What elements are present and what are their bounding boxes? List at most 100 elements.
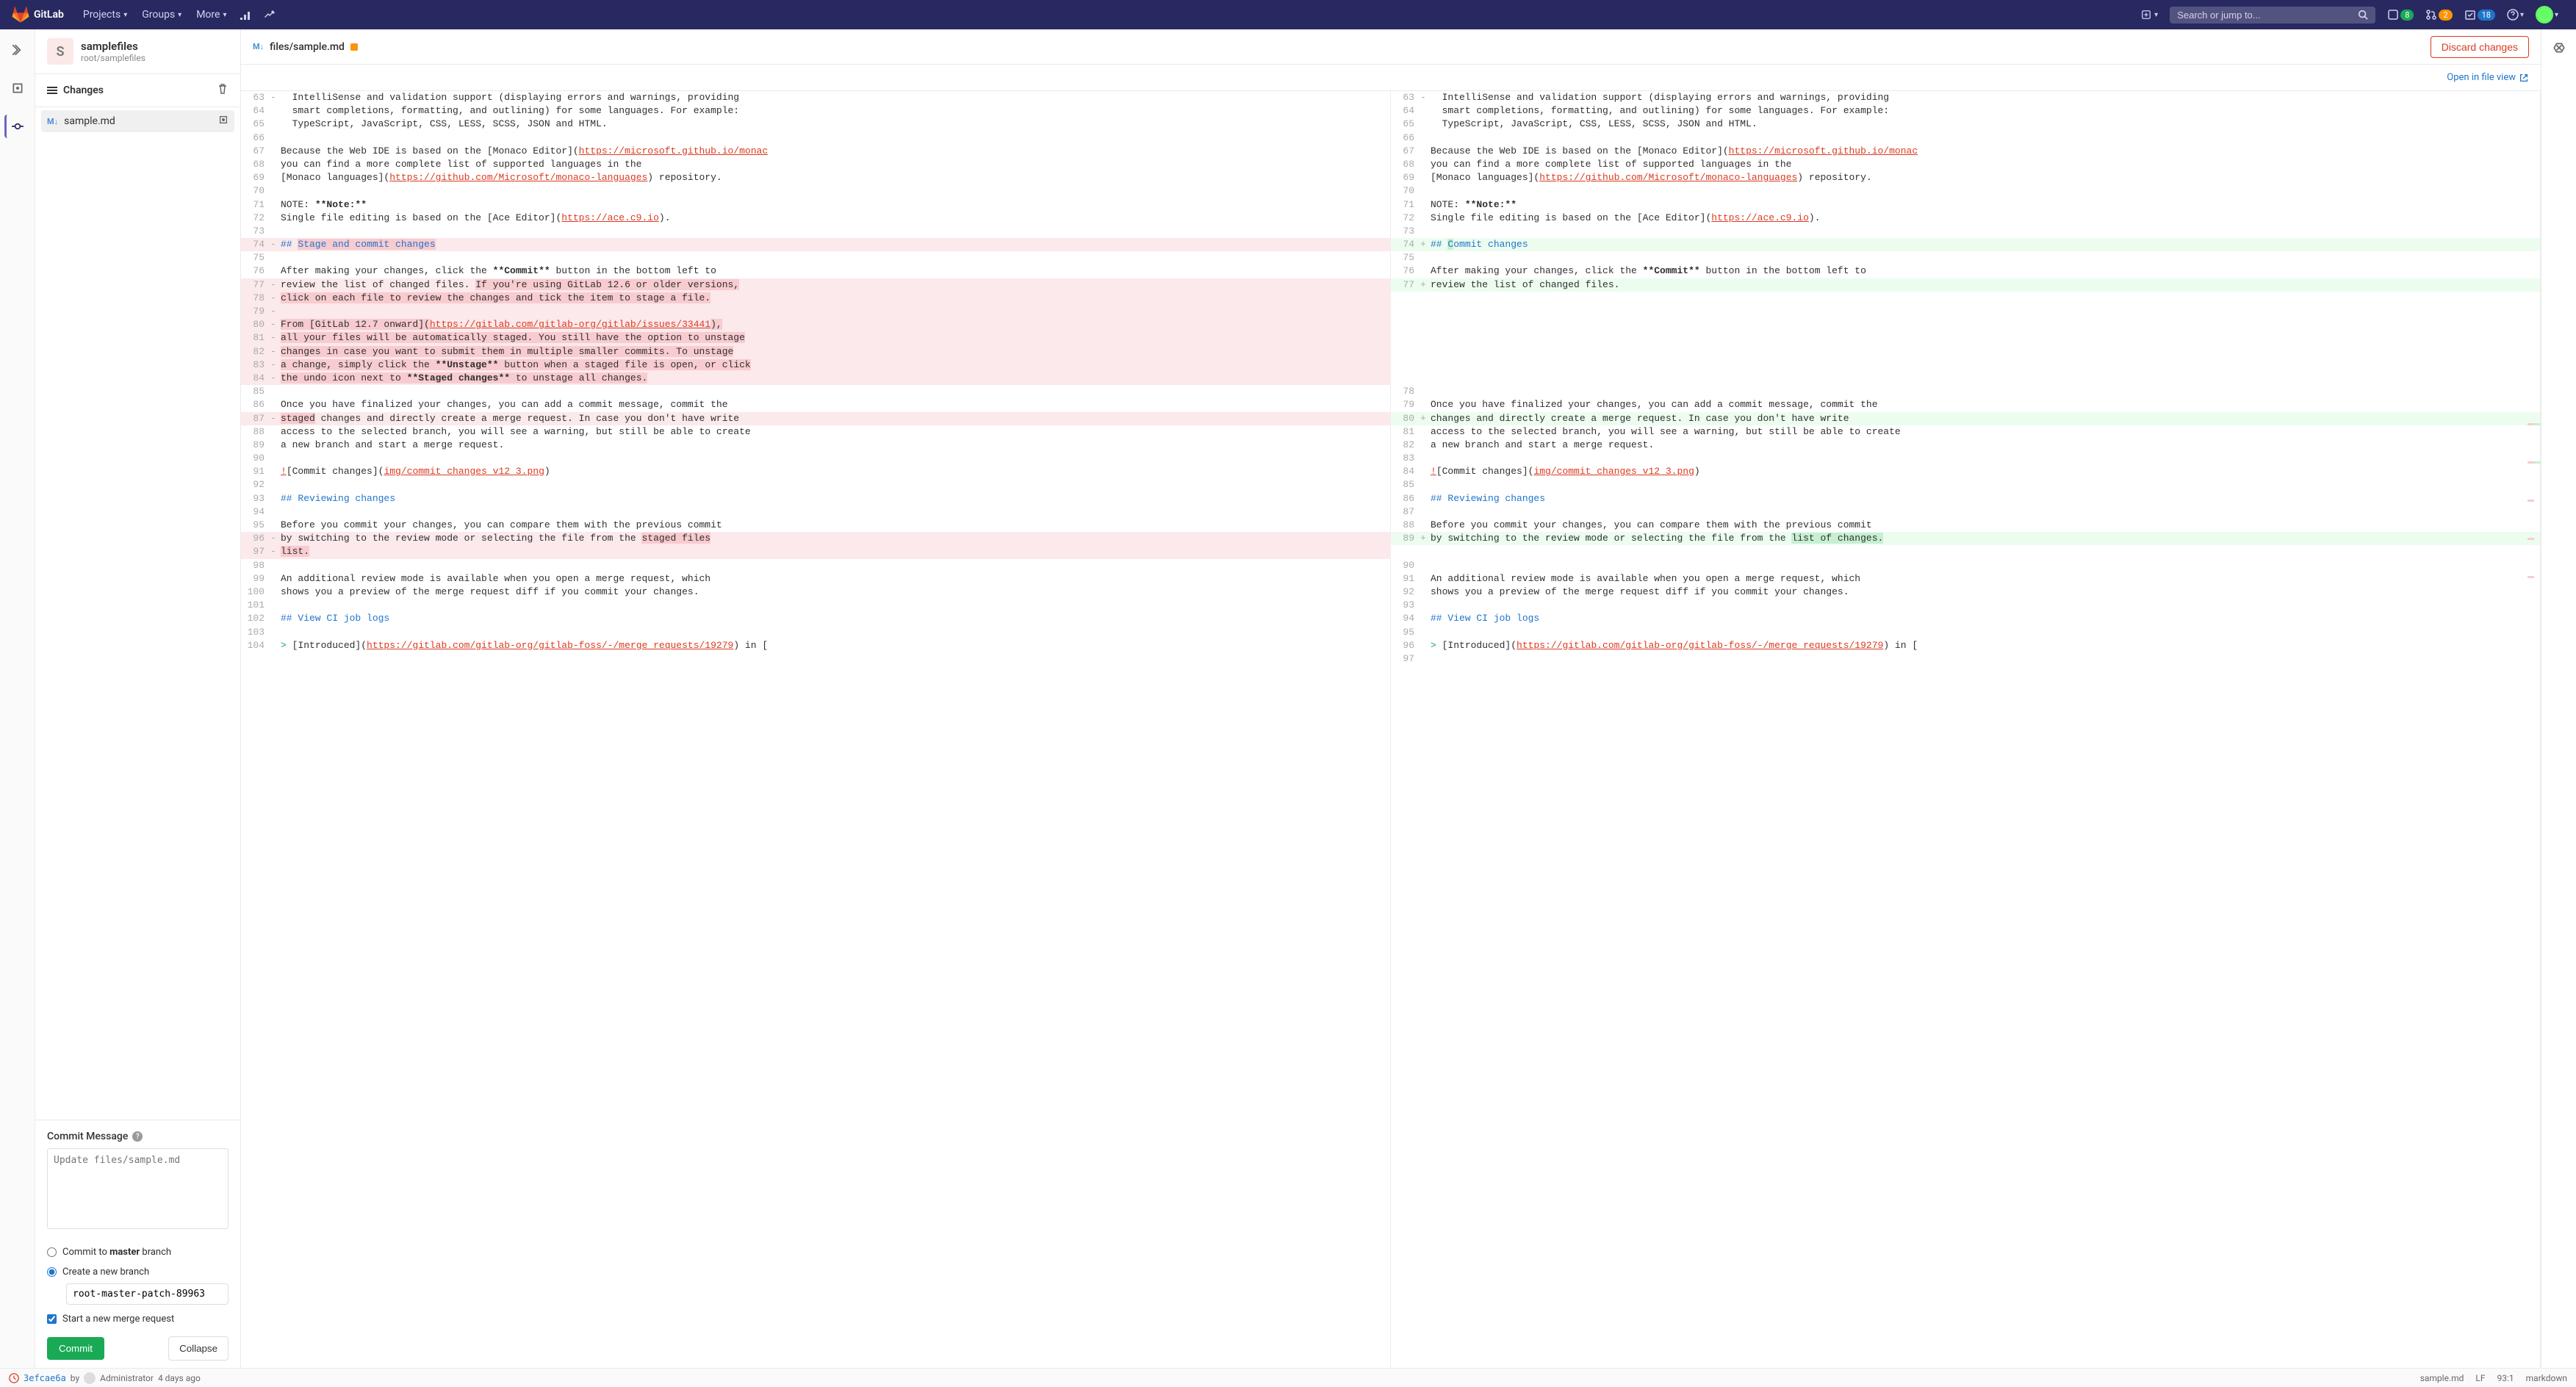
diff-line[interactable]: 90 — [241, 452, 1390, 465]
diff-line[interactable]: 69 [Monaco languages](https://github.com… — [241, 171, 1390, 184]
diff-line[interactable]: 103 — [241, 626, 1390, 639]
diff-line[interactable]: 70 — [241, 184, 1390, 198]
diff-line[interactable]: 82 a new branch and start a merge reques… — [1391, 439, 2540, 452]
commit-button[interactable]: Commit — [47, 1337, 104, 1360]
create-new-branch-radio[interactable]: Create a new branch — [47, 1262, 229, 1282]
diff-line[interactable]: 87-staged changes and directly create a … — [241, 412, 1390, 425]
diff-line[interactable]: 77+review the list of changed files. — [1391, 278, 2540, 292]
diff-line[interactable]: 90 — [1391, 559, 2540, 572]
diff-line[interactable] — [1391, 359, 2540, 372]
start-mr-checkbox[interactable]: Start a new merge request — [47, 1309, 229, 1329]
discard-changes-button[interactable]: Discard changes — [2431, 36, 2529, 58]
diff-line[interactable]: 98 — [241, 559, 1390, 572]
todos-link[interactable]: 18 — [2458, 9, 2501, 21]
commit-hash[interactable]: 3efcae6a — [24, 1373, 66, 1383]
project-header[interactable]: S samplefiles root/samplefiles — [35, 29, 240, 74]
rail-pipelines[interactable] — [2552, 41, 2566, 57]
diff-line[interactable]: 67 Because the Web IDE is based on the [… — [241, 145, 1390, 158]
search-input[interactable] — [2177, 10, 2358, 21]
diff-line[interactable]: 102 ## View CI job logs — [241, 612, 1390, 625]
rail-edit[interactable] — [6, 38, 29, 62]
diff-line[interactable]: 95 Before you commit your changes, you c… — [241, 519, 1390, 532]
diff-line[interactable]: 70 — [1391, 184, 2540, 198]
merge-requests-link[interactable]: 2 — [2420, 9, 2458, 21]
diff-line[interactable]: 72 Single file editing is based on the [… — [1391, 212, 2540, 225]
diff-line[interactable]: 66 — [1391, 132, 2540, 145]
changed-file-item[interactable]: M↓ sample.md — [41, 110, 234, 132]
user-avatar[interactable]: ▾ — [2530, 6, 2564, 24]
diff-line[interactable]: 89+by switching to the review mode or se… — [1391, 532, 2540, 545]
diff-line[interactable]: 79 Once you have finalized your changes,… — [1391, 398, 2540, 411]
diff-line[interactable]: 96 > [Introduced](https://gitlab.com/git… — [1391, 639, 2540, 652]
diff-line[interactable]: 95 — [1391, 626, 2540, 639]
discard-all-icon[interactable] — [217, 83, 229, 98]
commit-to-master-radio[interactable]: Commit to master branch — [47, 1242, 229, 1262]
help-dropdown[interactable]: ▾ — [2501, 9, 2530, 21]
diff-line[interactable]: 86 Once you have finalized your changes,… — [241, 398, 1390, 411]
diff-line[interactable]: 80-From [GitLab 12.7 onward](https://git… — [241, 318, 1390, 331]
diff-line[interactable]: 92 shows you a preview of the merge requ… — [1391, 586, 2540, 599]
rail-review[interactable] — [6, 76, 29, 100]
open-in-file-view-link[interactable]: Open in file view — [2447, 72, 2529, 83]
diff-line[interactable]: 94 ## View CI job logs — [1391, 612, 2540, 625]
diff-line[interactable]: 65 TypeScript, JavaScript, CSS, LESS, SC… — [241, 118, 1390, 131]
diff-line[interactable]: 65 TypeScript, JavaScript, CSS, LESS, SC… — [1391, 118, 2540, 131]
gitlab-logo[interactable]: GitLab — [12, 6, 64, 24]
milestones-icon[interactable] — [234, 9, 257, 21]
diff-line[interactable]: 80+changes and directly create a merge r… — [1391, 412, 2540, 425]
nav-projects[interactable]: Projects▾ — [76, 9, 134, 21]
diff-line[interactable] — [1391, 305, 2540, 318]
diff-line[interactable]: 100 shows you a preview of the merge req… — [241, 586, 1390, 599]
diff-line[interactable]: 75 — [1391, 251, 2540, 264]
diff-line[interactable] — [1391, 331, 2540, 345]
diff-line[interactable]: 92 — [241, 478, 1390, 491]
diff-line[interactable] — [1391, 345, 2540, 359]
diff-line[interactable]: 74+## Commit changes — [1391, 238, 2540, 251]
diff-line[interactable]: 72 Single file editing is based on the [… — [241, 212, 1390, 225]
diff-line[interactable]: 76 After making your changes, click the … — [1391, 264, 2540, 278]
diff-line[interactable]: 78-click on each file to review the chan… — [241, 292, 1390, 305]
diff-line[interactable]: 73 — [241, 225, 1390, 238]
diff-line[interactable]: 73 — [1391, 225, 2540, 238]
diff-view[interactable]: 63- IntelliSense and validation support … — [241, 91, 2541, 1368]
diff-line[interactable] — [1391, 318, 2540, 331]
new-dropdown[interactable]: ▾ — [2135, 10, 2164, 20]
diff-line[interactable]: 88 access to the selected branch, you wi… — [241, 425, 1390, 439]
diff-line[interactable] — [1391, 545, 2540, 558]
diff-line[interactable]: 78 — [1391, 385, 2540, 398]
diff-line[interactable]: 87 — [1391, 505, 2540, 519]
info-icon[interactable]: ? — [132, 1131, 143, 1142]
diff-line[interactable]: 99 An additional review mode is availabl… — [241, 572, 1390, 586]
diff-line[interactable] — [1391, 292, 2540, 305]
diff-line[interactable]: 97 — [1391, 652, 2540, 666]
search-box[interactable] — [2170, 7, 2375, 24]
diff-line[interactable]: 68 you can find a more complete list of … — [241, 158, 1390, 171]
diff-line[interactable]: 63- IntelliSense and validation support … — [241, 91, 1390, 104]
diff-line[interactable]: 83-a change, simply click the **Unstage*… — [241, 359, 1390, 372]
diff-line[interactable]: 75 — [241, 251, 1390, 264]
diff-line[interactable] — [1391, 372, 2540, 385]
diff-line[interactable]: 83 — [1391, 452, 2540, 465]
diff-line[interactable]: 71 NOTE: **Note:** — [241, 198, 1390, 212]
diff-line[interactable]: 93 — [1391, 599, 2540, 612]
admin-icon[interactable] — [257, 9, 281, 21]
new-branch-name-input[interactable] — [66, 1283, 229, 1305]
diff-line[interactable]: 68 you can find a more complete list of … — [1391, 158, 2540, 171]
file-action-icon[interactable] — [218, 115, 229, 128]
diff-line[interactable]: 63- IntelliSense and validation support … — [1391, 91, 2540, 104]
diff-line[interactable]: 74-## Stage and commit changes — [241, 238, 1390, 251]
diff-line[interactable]: 88 Before you commit your changes, you c… — [1391, 519, 2540, 532]
diff-line[interactable]: 79- — [241, 305, 1390, 318]
diff-line[interactable]: 81-all your files will be automatically … — [241, 331, 1390, 345]
file-tab[interactable]: M↓ files/sample.md — [253, 41, 358, 53]
diff-minimap[interactable] — [2528, 91, 2541, 1368]
diff-line[interactable]: 96-by switching to the review mode or se… — [241, 532, 1390, 545]
diff-line[interactable]: 64 smart completions, formatting, and ou… — [241, 104, 1390, 118]
diff-line[interactable]: 86 ## Reviewing changes — [1391, 492, 2540, 505]
diff-line[interactable]: 94 — [241, 505, 1390, 519]
diff-pane-modified[interactable]: 63- IntelliSense and validation support … — [1391, 91, 2541, 1368]
commit-message-input[interactable] — [47, 1148, 229, 1229]
diff-line[interactable]: 77-review the list of changed files. If … — [241, 278, 1390, 292]
issues-link[interactable]: 8 — [2381, 9, 2420, 21]
diff-line[interactable]: 91 ![Commit changes](img/commit_changes_… — [241, 465, 1390, 478]
